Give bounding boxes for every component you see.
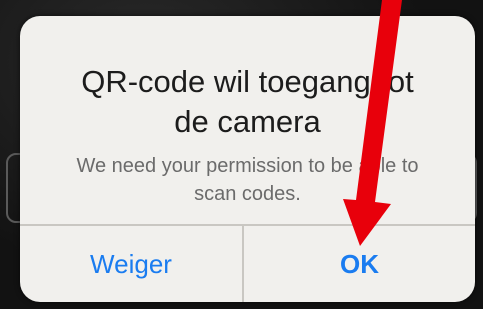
alert-title-line-2: de camera: [174, 104, 321, 139]
deny-button[interactable]: Weiger: [20, 226, 242, 302]
alert-message: We need your permission to be able to sc…: [20, 152, 475, 208]
ok-button[interactable]: OK: [244, 226, 475, 302]
permission-alert: QR-code wil toegang tot de camera We nee…: [20, 16, 475, 302]
alert-message-line-1: We need your permission to be able to: [76, 155, 419, 177]
alert-title: QR-code wil toegang tot de camera: [20, 62, 475, 142]
alert-message-line-2: scan codes.: [194, 183, 301, 205]
alert-title-line-1: QR-code wil toegang tot: [81, 64, 414, 99]
